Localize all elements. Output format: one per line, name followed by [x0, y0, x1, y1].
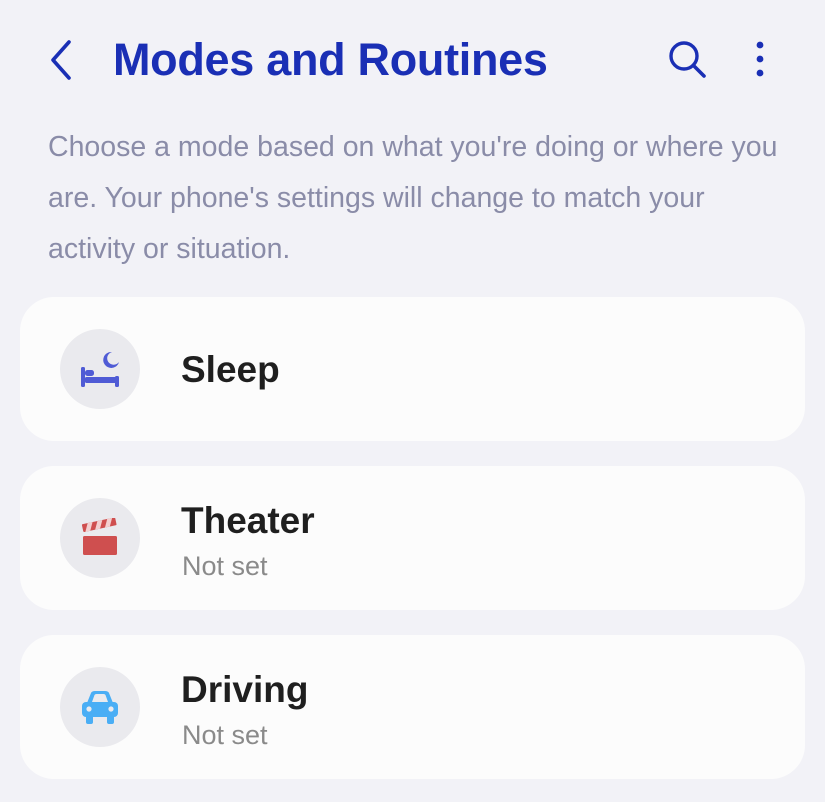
mode-card-driving[interactable]: Driving Not set — [20, 635, 805, 779]
search-icon — [669, 41, 706, 78]
mode-status: Not set — [182, 720, 268, 750]
mode-label: Driving — [181, 669, 309, 710]
chevron-left-icon — [51, 40, 71, 80]
back-button[interactable] — [40, 36, 84, 84]
page-title: Modes and Routines — [113, 34, 548, 85]
mode-icon-container — [60, 498, 140, 578]
mode-icon-container — [60, 329, 140, 409]
mode-card-sleep[interactable]: Sleep — [20, 297, 805, 441]
search-button[interactable] — [662, 34, 712, 84]
clapperboard-icon — [81, 518, 117, 555]
bed-moon-icon — [81, 351, 119, 387]
mode-card-theater[interactable]: Theater Not set — [20, 466, 805, 610]
more-options-button[interactable] — [738, 34, 782, 84]
mode-label: Theater — [181, 500, 315, 541]
more-vertical-icon — [756, 41, 764, 77]
mode-icon-container — [60, 667, 140, 747]
mode-label: Sleep — [181, 349, 280, 390]
app-header: Modes and Routines — [0, 0, 825, 118]
mode-status: Not set — [182, 551, 268, 581]
page-description: Choose a mode based on what you're doing… — [48, 131, 778, 265]
car-icon — [82, 691, 118, 724]
